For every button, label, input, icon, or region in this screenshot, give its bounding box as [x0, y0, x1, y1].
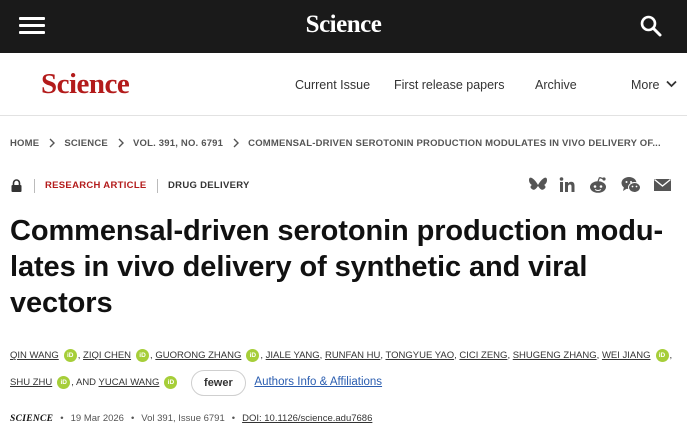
orcid-icon[interactable]: iD — [164, 376, 178, 389]
nav-more-label: More — [631, 78, 660, 92]
article-title: Commensal-driven serotonin production mo… — [10, 215, 664, 319]
breadcrumb-home[interactable]: HOME — [10, 138, 39, 149]
orcid-icon[interactable]: iD — [63, 348, 77, 362]
citation-doi-link[interactable]: DOI: 10.1126/science.adu7686 — [242, 413, 372, 424]
author-list: QIN WANG iD, ZIQI CHEN iD, GUORONG ZHANG iD… — [10, 342, 680, 396]
author-link[interactable]: WEI JIANG — [602, 350, 651, 361]
top-bar: Science — [0, 0, 687, 53]
chevron-right-icon — [233, 138, 240, 148]
orcid-icon[interactable]: iD — [655, 348, 669, 362]
bluesky-icon[interactable] — [528, 176, 548, 194]
author-link[interactable]: QIN WANG — [10, 350, 59, 361]
reddit-icon[interactable] — [588, 176, 608, 194]
author-link[interactable]: SHUGENG ZHANG — [513, 350, 597, 361]
author-link[interactable]: SHU ZHU — [10, 377, 52, 388]
author-link[interactable]: GUORONG ZHANG — [155, 350, 241, 361]
nav-archive[interactable]: Archive — [535, 78, 577, 92]
nav-first-release[interactable]: First release papers — [394, 78, 504, 92]
breadcrumb-volume[interactable]: VOL. 391, NO. 6791 — [133, 138, 223, 149]
linkedin-icon[interactable] — [557, 176, 577, 194]
main-nav: Science Current Issue First release pape… — [0, 53, 687, 116]
orcid-icon[interactable]: iD — [136, 348, 150, 362]
chevron-right-icon — [118, 138, 124, 148]
author-link[interactable]: TONGYUE YAO — [385, 350, 454, 361]
science-logo[interactable]: Science — [41, 68, 130, 101]
breadcrumb-article[interactable]: COMMENSAL-DRIVEN SEROTONIN PRODUCTION MO… — [248, 138, 661, 149]
breadcrumb-science[interactable]: SCIENCE — [64, 138, 108, 149]
nav-more-button[interactable]: More — [631, 78, 677, 92]
author-link[interactable]: YUCAI WANG — [99, 377, 160, 388]
fewer-authors-button[interactable]: fewer — [191, 369, 246, 396]
author-link[interactable]: RUNFAN HU — [325, 350, 380, 361]
divider — [157, 179, 158, 193]
top-logo[interactable]: Science — [0, 11, 687, 39]
orcid-icon[interactable]: iD — [246, 348, 260, 362]
article-type: RESEARCH ARTICLE — [45, 180, 147, 191]
author-link[interactable]: CICI ZENG — [459, 350, 507, 361]
citation-date: 19 Mar 2026 — [70, 413, 124, 424]
author-link[interactable]: ZIQI CHEN — [83, 350, 131, 361]
article-subject[interactable]: DRUG DELIVERY — [168, 180, 250, 191]
chevron-down-icon — [666, 80, 677, 88]
author-link[interactable]: JIALE YANG — [266, 350, 320, 361]
and-label: , AND — [71, 377, 97, 389]
wechat-icon[interactable] — [621, 176, 641, 194]
breadcrumb: HOME SCIENCE VOL. 391, NO. 6791 COMMENSA… — [10, 136, 661, 150]
citation-journal: SCIENCE — [10, 414, 54, 424]
search-icon[interactable] — [639, 14, 663, 38]
divider — [34, 179, 35, 193]
lock-icon — [11, 179, 22, 192]
email-icon[interactable] — [653, 176, 673, 194]
nav-current-issue[interactable]: Current Issue — [295, 78, 370, 92]
citation-volume: Vol 391, Issue 6791 — [141, 413, 225, 424]
chevron-right-icon — [49, 138, 56, 148]
citation-line: SCIENCE • 19 Mar 2026 • Vol 391, Issue 6791 •… — [10, 413, 373, 424]
orcid-icon[interactable]: iD — [57, 376, 71, 389]
authors-affiliations-link[interactable]: Authors Info & Affiliations — [254, 376, 382, 388]
